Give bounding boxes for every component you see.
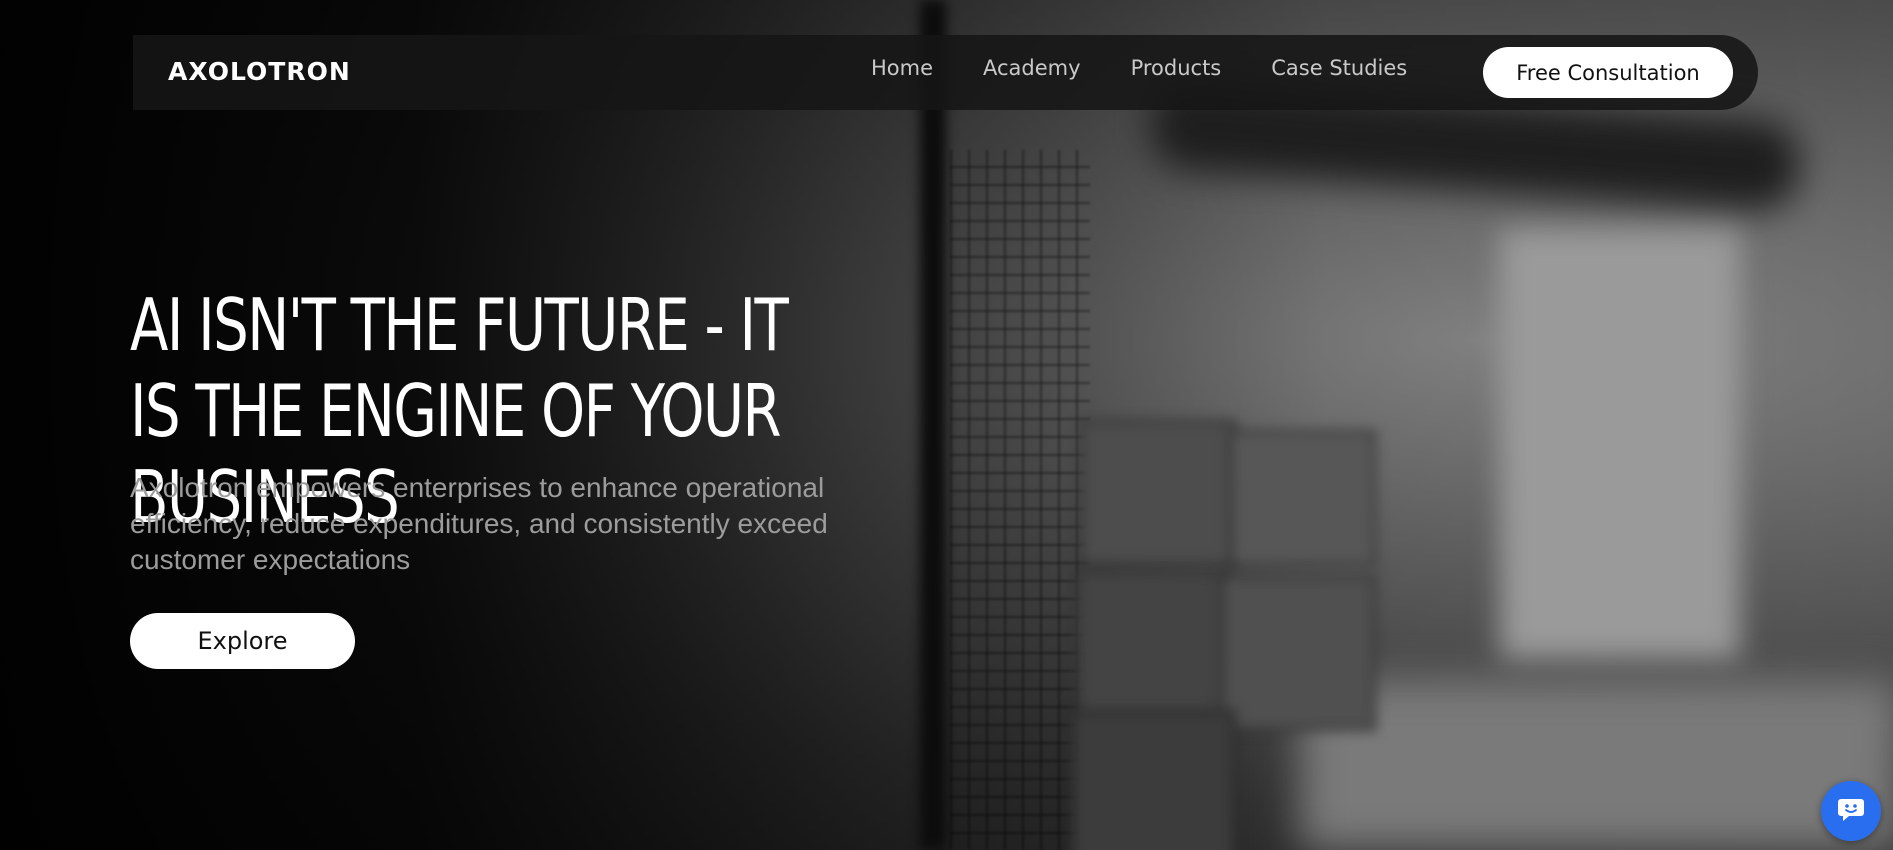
background-box xyxy=(1075,570,1231,726)
hero-subtext: Axolotron empowers enterprises to enhanc… xyxy=(130,472,828,575)
background-mesh xyxy=(950,150,1090,850)
background-blur-shape xyxy=(1300,680,1893,850)
background-box xyxy=(1080,420,1236,566)
logo[interactable]: AXOLOTRON xyxy=(168,57,351,86)
nav-item-home[interactable]: Home xyxy=(871,56,933,80)
background-box xyxy=(1230,430,1376,566)
nav-links: Home Academy Products Case Studies xyxy=(871,56,1407,80)
background-pillar xyxy=(920,0,946,850)
nav-item-case-studies[interactable]: Case Studies xyxy=(1271,56,1407,80)
free-consultation-button[interactable]: Free Consultation xyxy=(1483,47,1733,98)
chat-widget-button[interactable] xyxy=(1821,781,1881,841)
background-blur-shape xyxy=(1500,230,1740,660)
explore-button[interactable]: Explore xyxy=(130,613,355,669)
nav-item-products[interactable]: Products xyxy=(1131,56,1222,80)
chat-bubble-icon xyxy=(1836,794,1866,829)
background-box xyxy=(1220,575,1376,731)
background-box xyxy=(1070,710,1236,850)
nav-item-academy[interactable]: Academy xyxy=(983,56,1081,80)
hero-section: AXOLOTRON Home Academy Products Case Stu… xyxy=(0,0,1893,850)
